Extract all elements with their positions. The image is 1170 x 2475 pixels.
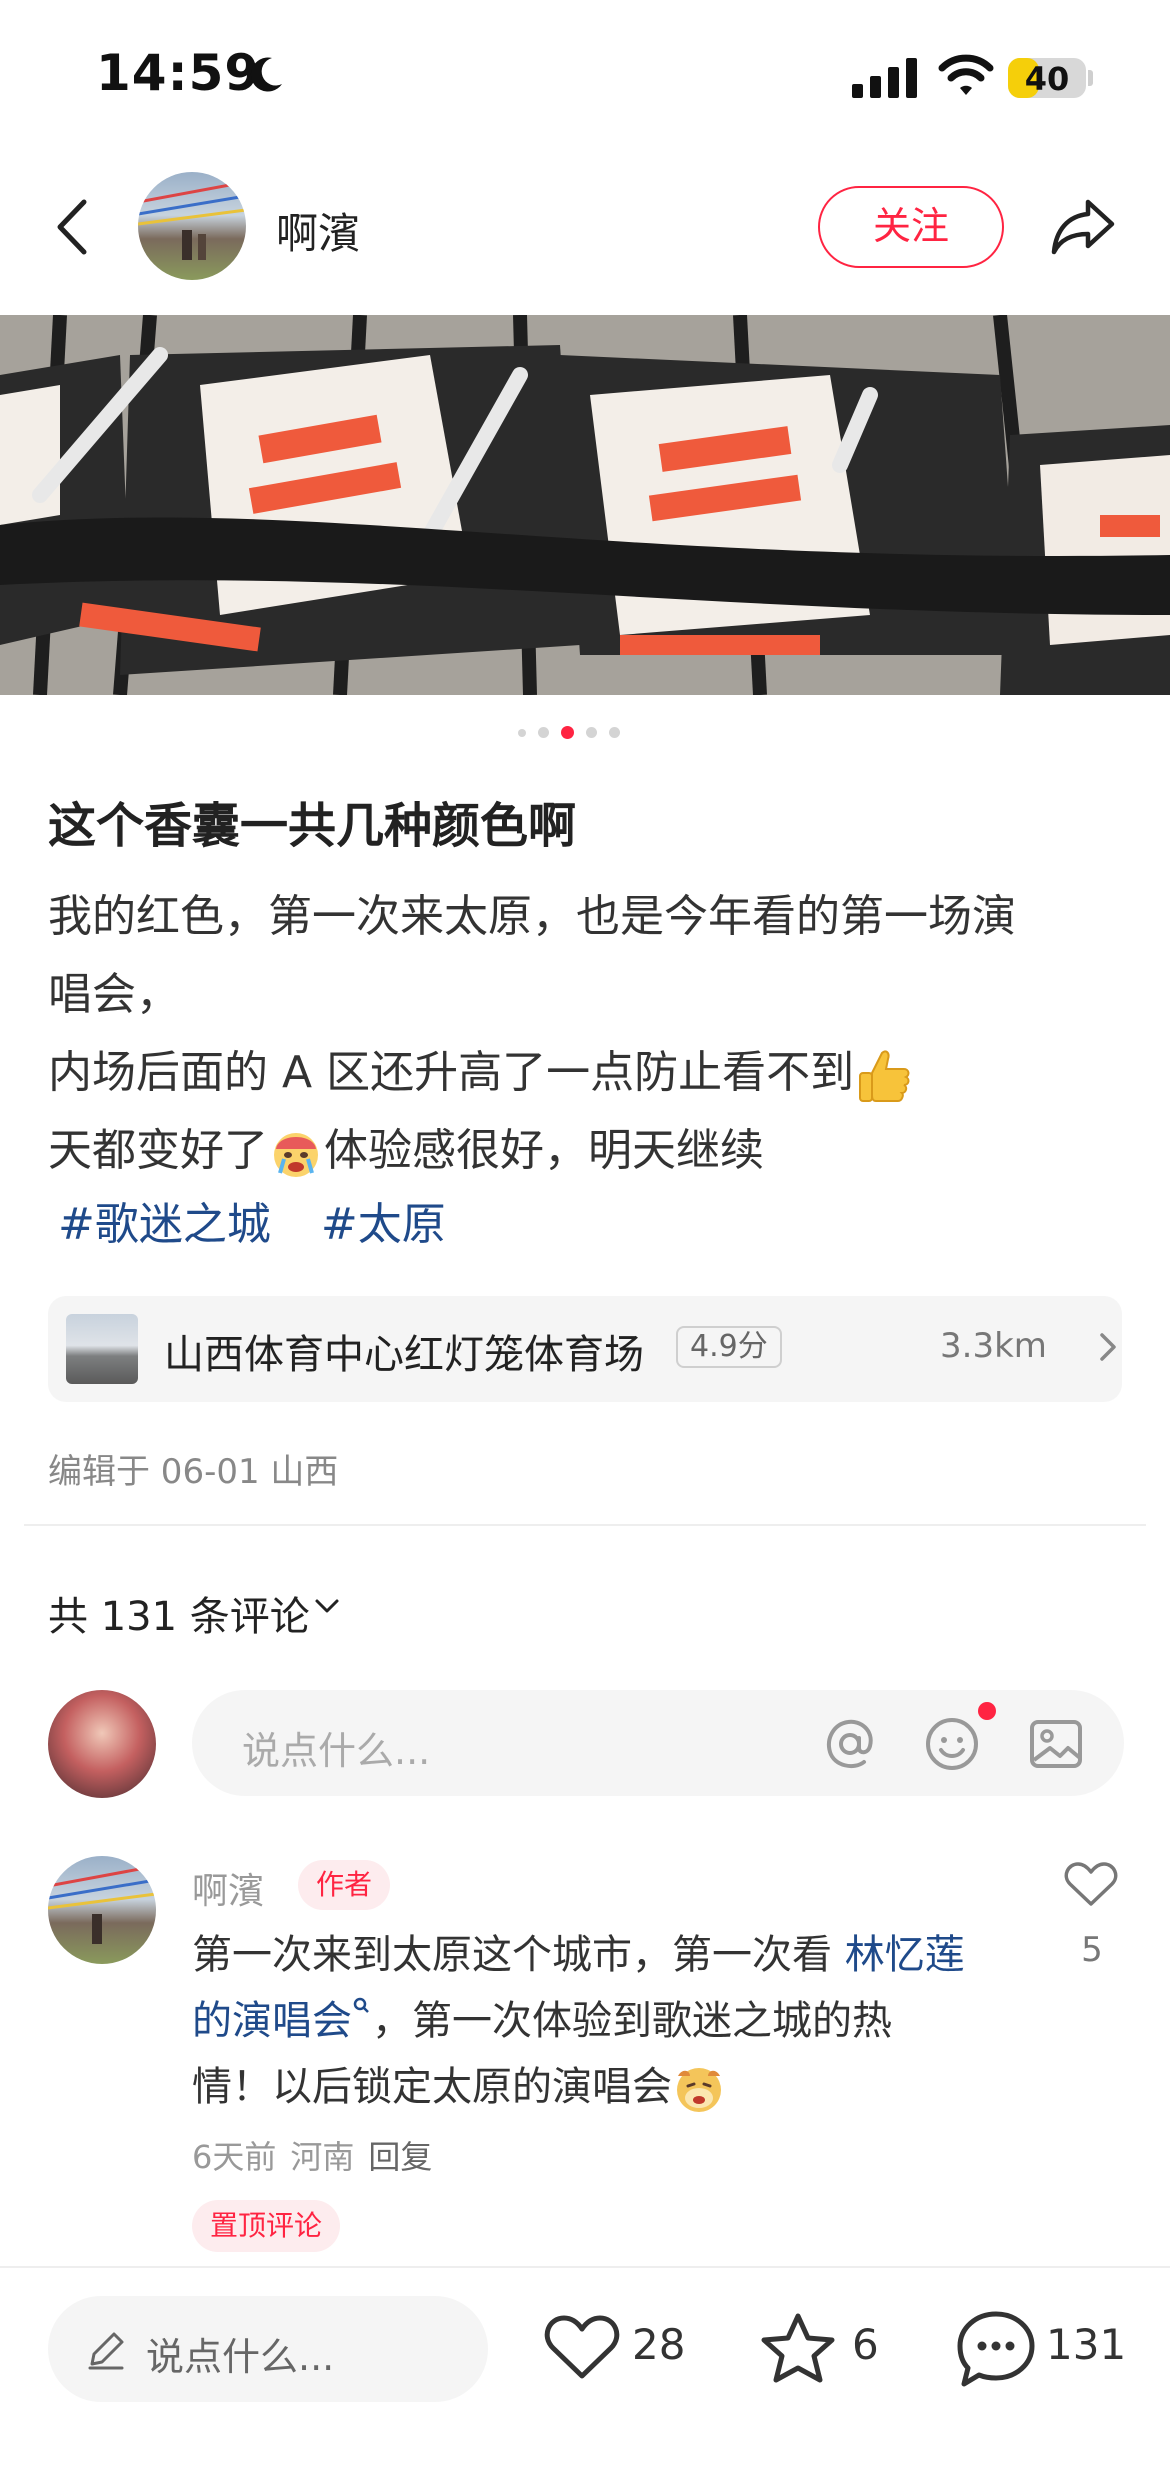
commenter-avatar[interactable] [47, 1856, 157, 1964]
battery-level: 40 [1024, 60, 1070, 98]
comment-text-part: ，第一次体验到歌迷之城的热 [372, 1998, 892, 2044]
like-count: 28 [632, 2320, 686, 2369]
crying-emoji [274, 1133, 318, 1177]
signal-icon [852, 58, 917, 98]
comment-line: 情！以后锁定太原的演唱会 [192, 2054, 1022, 2120]
post-line: 内场后面的 A 区还升高了一点防止看不到 [48, 1034, 1128, 1112]
image-icon[interactable] [1028, 1716, 1084, 1772]
carousel-dot [561, 726, 574, 739]
comment-region: 河南 [290, 2138, 355, 2176]
avatar-image [47, 1864, 157, 1944]
smile-icon[interactable] [922, 1714, 982, 1774]
thumbs-up-emoji [859, 1050, 910, 1102]
location-distance: 3.3km [940, 1326, 1047, 1366]
my-avatar [48, 1690, 156, 1798]
post-title: 这个香囊一共几种颜色啊 [48, 798, 577, 854]
comment-like-count: 5 [1081, 1930, 1103, 1970]
comment-text-part: 情！以后锁定太原的演唱会 [192, 2064, 672, 2110]
location-thumbnail [66, 1314, 138, 1384]
follow-button[interactable]: 关注 [818, 186, 1004, 268]
edit-meta: 编辑于 06-01 山西 [48, 1452, 339, 1492]
status-time: 14:59 [96, 44, 261, 102]
comment-count[interactable]: 共 131 条评论 [48, 1584, 310, 1642]
reply-button[interactable]: 回复 [368, 2138, 432, 2176]
photo-image [0, 315, 1170, 695]
post-line-text: 内场后面的 A 区还升高了一点防止看不到 [48, 1047, 855, 1098]
back-icon[interactable] [52, 196, 92, 258]
post-line: 我的红色，第一次来太原，也是今年看的第一场演 [48, 891, 1016, 942]
location-rating: 4.9分 [676, 1326, 782, 1368]
hashtag-link[interactable]: #歌迷之城 [58, 1199, 271, 1250]
commenter-name[interactable]: 啊濱 [192, 1862, 264, 1914]
battery-indicator: 40 [1008, 58, 1086, 98]
avatar-image [138, 180, 246, 260]
location-card[interactable]: 山西体育中心红灯笼体育场 4.9分 3.3km [48, 1296, 1122, 1402]
comment-text-part: 第一次来到太原这个城市，第一次看 [192, 1932, 845, 1978]
hashtag-link[interactable]: #太原 [321, 1199, 446, 1250]
comment-total: 131 [1046, 2320, 1127, 2369]
author-badge: 作者 [298, 1860, 391, 1910]
post-line-text: 天都变好了 [48, 1125, 268, 1176]
carousel-dot [586, 727, 597, 738]
comment-line: 的演唱会 ，第一次体验到歌迷之城的热 [192, 1988, 1022, 2054]
post-line-text: 体验感很好，明天继续 [324, 1125, 764, 1176]
heart-icon[interactable] [1064, 1860, 1118, 1908]
heart-icon[interactable] [544, 2314, 620, 2382]
notification-dot [978, 1702, 996, 1720]
comment-meta: 6天前 河南 回复 [192, 2132, 446, 2178]
post-body: 我的红色，第一次来太原，也是今年看的第一场演 唱会， 内场后面的 A 区还升高了… [48, 878, 1128, 1190]
carousel-dot [518, 728, 526, 737]
author-avatar[interactable] [138, 172, 246, 280]
divider [24, 1524, 1146, 1526]
comment-time: 6天前 [192, 2138, 277, 2176]
post-line: 天都变好了 体验感很好，明天继续 [48, 1112, 1128, 1190]
share-icon[interactable] [1048, 196, 1118, 256]
comment-input[interactable]: 说点什么... [192, 1690, 1124, 1796]
post-tags: #歌迷之城 #太原 [58, 1188, 482, 1252]
search-mark-icon [353, 1997, 369, 2013]
carousel-indicator [518, 726, 620, 739]
singer-link[interactable]: 林忆莲 [845, 1932, 965, 1978]
moon-icon [250, 57, 282, 92]
star-icon[interactable] [760, 2312, 836, 2384]
comment-line: 第一次来到太原这个城市，第一次看 林忆莲 [192, 1922, 1022, 1988]
post-line: 唱会， [48, 969, 180, 1020]
laughing-emoji [677, 2068, 721, 2112]
pinned-badge: 置顶评论 [192, 2200, 341, 2252]
bottom-placeholder: 说点什么... [146, 2335, 335, 2379]
comment-icon[interactable] [956, 2310, 1036, 2388]
bottom-bar: 说点什么... 28 6 131 [0, 2266, 1170, 2475]
pen-icon [88, 2332, 124, 2370]
wifi-icon [938, 54, 994, 95]
star-count: 6 [852, 2320, 879, 2369]
comment-text: 第一次来到太原这个城市，第一次看 林忆莲 的演唱会 ，第一次体验到歌迷之城的热 情… [192, 1922, 1022, 2120]
concert-search-link[interactable]: 的演唱会 [192, 1998, 352, 2044]
battery-cap [1088, 70, 1093, 86]
carousel-dot [538, 727, 549, 738]
chevron-down-icon[interactable] [314, 1596, 340, 1616]
carousel-dot [609, 727, 620, 738]
bottom-comment-input[interactable]: 说点什么... [48, 2296, 488, 2402]
comment-placeholder: 说点什么... [242, 1729, 431, 1773]
post-photo[interactable] [0, 315, 1170, 695]
chevron-right-icon [1100, 1333, 1116, 1361]
author-name[interactable]: 啊濱 [276, 200, 360, 261]
at-icon[interactable] [820, 1714, 880, 1774]
location-name: 山西体育中心红灯笼体育场 [164, 1332, 644, 1378]
